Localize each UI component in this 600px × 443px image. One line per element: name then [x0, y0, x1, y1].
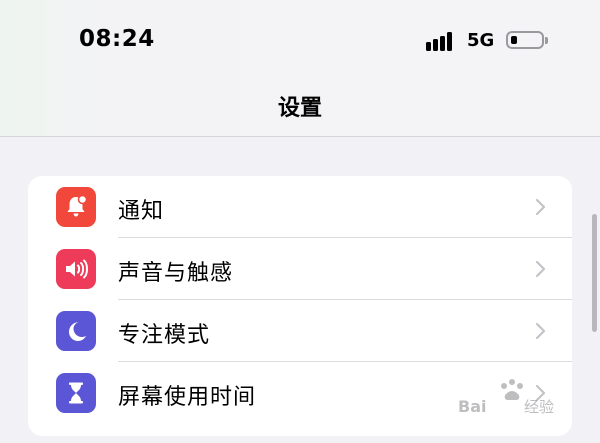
bell-badge-icon: [56, 187, 96, 227]
moon-icon: [56, 311, 96, 351]
settings-item-label: 声音与触感: [118, 261, 234, 286]
settings-item-label: 专注模式: [118, 323, 211, 348]
battery-level-fill: [511, 36, 517, 44]
battery-tip: [545, 37, 548, 44]
scrollbar[interactable]: [592, 214, 597, 332]
settings-item-focus[interactable]: 专注模式: [28, 300, 572, 362]
hourglass-icon: [56, 373, 96, 413]
settings-item-notifications[interactable]: 通知: [28, 176, 572, 238]
chevron-right-icon: [535, 198, 546, 216]
header-area: 08:24 5G 设置: [0, 0, 600, 137]
chevron-right-icon: [535, 260, 546, 278]
status-time: 08:24: [79, 26, 155, 52]
settings-item-label: 通知: [118, 199, 165, 224]
settings-item-sounds[interactable]: 声音与触感: [28, 238, 572, 300]
svg-text:Bai: Bai: [458, 397, 486, 416]
chevron-right-icon: [535, 322, 546, 340]
cellular-signal-icon: [426, 31, 460, 51]
network-type: 5G: [467, 30, 495, 51]
svg-text:经验: 经验: [524, 398, 554, 416]
settings-item-label: 屏幕使用时间: [118, 385, 257, 410]
battery-icon: [506, 31, 544, 49]
speaker-icon: [56, 249, 96, 289]
page-title: 设置: [277, 96, 322, 121]
baidu-watermark-logo: Bai 经验: [452, 376, 572, 418]
